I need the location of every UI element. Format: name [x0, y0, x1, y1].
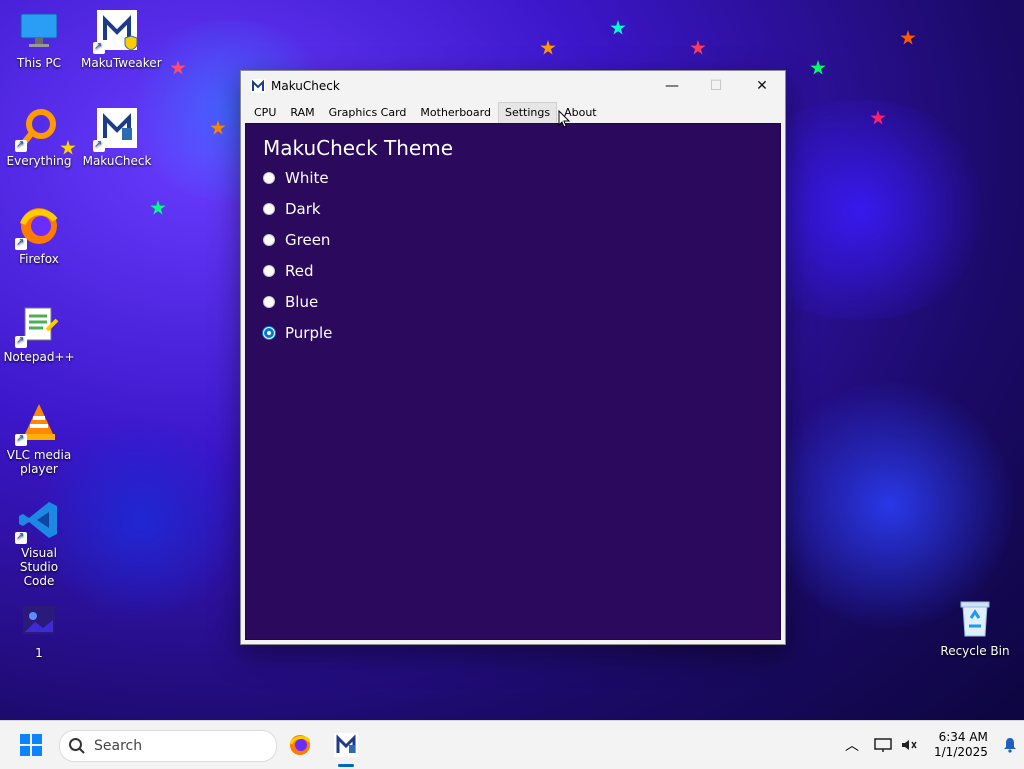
tab-settings[interactable]: Settings — [497, 101, 558, 123]
volume-muted-icon[interactable] — [900, 737, 918, 753]
settings-panel: MakuCheck Theme White Dark Green Red Blu… — [245, 123, 781, 640]
desktop-icon-vlc[interactable]: VLC media player — [3, 400, 75, 476]
desktop-icon-label: Everything — [6, 154, 72, 168]
makutweaker-icon — [93, 8, 139, 54]
notification-bell-icon[interactable] — [1002, 737, 1018, 753]
bg-blob — [760, 380, 1020, 630]
option-label: Dark — [285, 200, 321, 218]
theme-option-red[interactable]: Red — [263, 261, 314, 281]
bg-star — [690, 40, 706, 55]
maximize-icon: ☐ — [709, 78, 723, 94]
radio-button[interactable] — [263, 172, 275, 184]
bg-star — [540, 40, 556, 55]
theme-option-white[interactable]: White — [263, 168, 329, 188]
shortcut-arrow-icon — [93, 138, 105, 152]
start-button[interactable] — [20, 734, 42, 756]
bg-star — [900, 30, 916, 45]
search-icon — [69, 738, 85, 754]
desktop-icon-label: Firefox — [19, 252, 59, 266]
theme-option-dark[interactable]: Dark — [263, 199, 321, 219]
radio-button[interactable] — [263, 234, 275, 246]
desktop-icon-notepadplusplus[interactable]: Notepad++ — [3, 302, 75, 364]
clock[interactable]: 6:34 AM 1/1/2025 — [934, 730, 988, 760]
active-app-indicator — [338, 764, 354, 767]
time-text: 6:34 AM — [938, 730, 988, 744]
option-label: Red — [285, 262, 314, 280]
desktop-icon-this-pc[interactable]: This PC — [3, 8, 75, 70]
window-titlebar[interactable]: MakuCheck — ☐ ✕ — [241, 71, 785, 101]
network-icon[interactable] — [874, 737, 892, 753]
theme-heading: MakuCheck Theme — [263, 136, 454, 160]
desktop-icon-label: Notepad++ — [3, 350, 75, 364]
desktop-icon-label: MakuCheck — [82, 154, 152, 168]
radio-button-selected[interactable] — [263, 327, 275, 339]
minimize-icon: — — [665, 78, 679, 94]
desktop-icon-label: 1 — [35, 646, 43, 660]
bg-star — [150, 200, 166, 215]
taskbar-search[interactable]: Search — [59, 730, 277, 762]
tab-graphics-card[interactable]: Graphics Card — [322, 106, 414, 119]
desktop-icon-label: VLC media player — [6, 448, 72, 476]
minimize-button[interactable]: — — [649, 71, 695, 101]
everything-icon — [15, 106, 61, 152]
bg-star — [810, 60, 826, 75]
option-label: Purple — [285, 324, 333, 342]
window-title: MakuCheck — [271, 79, 340, 93]
bg-star — [610, 20, 626, 35]
theme-option-purple[interactable]: Purple — [263, 323, 332, 343]
option-label: White — [285, 169, 329, 187]
vscode-icon — [15, 498, 61, 544]
close-button[interactable]: ✕ — [739, 71, 785, 101]
desktop-icon-firefox[interactable]: Firefox — [3, 204, 75, 266]
shortcut-arrow-icon — [93, 40, 105, 54]
radio-button[interactable] — [263, 203, 275, 215]
image-thumbnail-icon — [17, 598, 61, 642]
show-hidden-icons-chevron-up-icon[interactable]: ︿ — [842, 735, 862, 755]
desktop-icon-folder-1[interactable]: 1 — [3, 598, 75, 660]
theme-option-blue[interactable]: Blue — [263, 292, 318, 312]
radio-button[interactable] — [263, 265, 275, 277]
date-text: 1/1/2025 — [934, 745, 988, 759]
desktop-icon-label: Recycle Bin — [940, 644, 1010, 658]
radio-button[interactable] — [263, 296, 275, 308]
shortcut-arrow-icon — [15, 236, 27, 250]
desktop-icon-label: This PC — [17, 56, 61, 70]
shortcut-arrow-icon — [15, 334, 27, 348]
makucheck-icon — [93, 106, 139, 152]
desktop-icon-recycle-bin[interactable]: Recycle Bin — [939, 596, 1011, 658]
desktop-icon-label: Visual Studio Code — [19, 546, 59, 588]
shortcut-arrow-icon — [15, 530, 27, 544]
monitor-icon — [17, 8, 61, 52]
mouse-cursor-icon — [558, 110, 570, 128]
firefox-icon — [15, 204, 61, 250]
taskbar-firefox-icon[interactable] — [288, 733, 312, 757]
option-label: Blue — [285, 293, 319, 311]
desktop-icon-makucheck[interactable]: MakuCheck — [81, 106, 153, 168]
taskbar: Search ︿ 6:34 AM 1/1/2025 — [0, 720, 1024, 769]
makucheck-window: MakuCheck — ☐ ✕ CPU RAM Graphics Card Mo… — [240, 70, 786, 645]
maximize-button[interactable]: ☐ — [693, 71, 739, 101]
desktop-icon-vscode[interactable]: Visual Studio Code — [3, 498, 75, 588]
notepadplusplus-icon — [15, 302, 61, 348]
menu-tabs: CPU RAM Graphics Card Motherboard Settin… — [241, 101, 785, 123]
close-icon: ✕ — [756, 78, 768, 94]
desktop-icon-makutweaker[interactable]: MakuTweaker — [81, 8, 162, 70]
search-placeholder: Search — [94, 738, 143, 754]
tab-cpu[interactable]: CPU — [247, 106, 283, 119]
taskbar-makucheck-icon[interactable] — [334, 733, 358, 757]
shortcut-arrow-icon — [15, 432, 27, 446]
system-tray: ︿ 6:34 AM 1/1/2025 — [842, 721, 1018, 769]
tab-ram[interactable]: RAM — [283, 106, 321, 119]
theme-option-green[interactable]: Green — [263, 230, 330, 250]
option-label: Green — [285, 231, 331, 249]
app-logo-icon — [251, 79, 265, 93]
tab-motherboard[interactable]: Motherboard — [413, 106, 498, 119]
desktop-icon-everything[interactable]: Everything — [3, 106, 75, 168]
shortcut-arrow-icon — [15, 138, 27, 152]
vlc-icon — [15, 400, 61, 446]
desktop-icon-label: MakuTweaker — [81, 56, 162, 70]
recycle-bin-icon — [953, 596, 997, 640]
